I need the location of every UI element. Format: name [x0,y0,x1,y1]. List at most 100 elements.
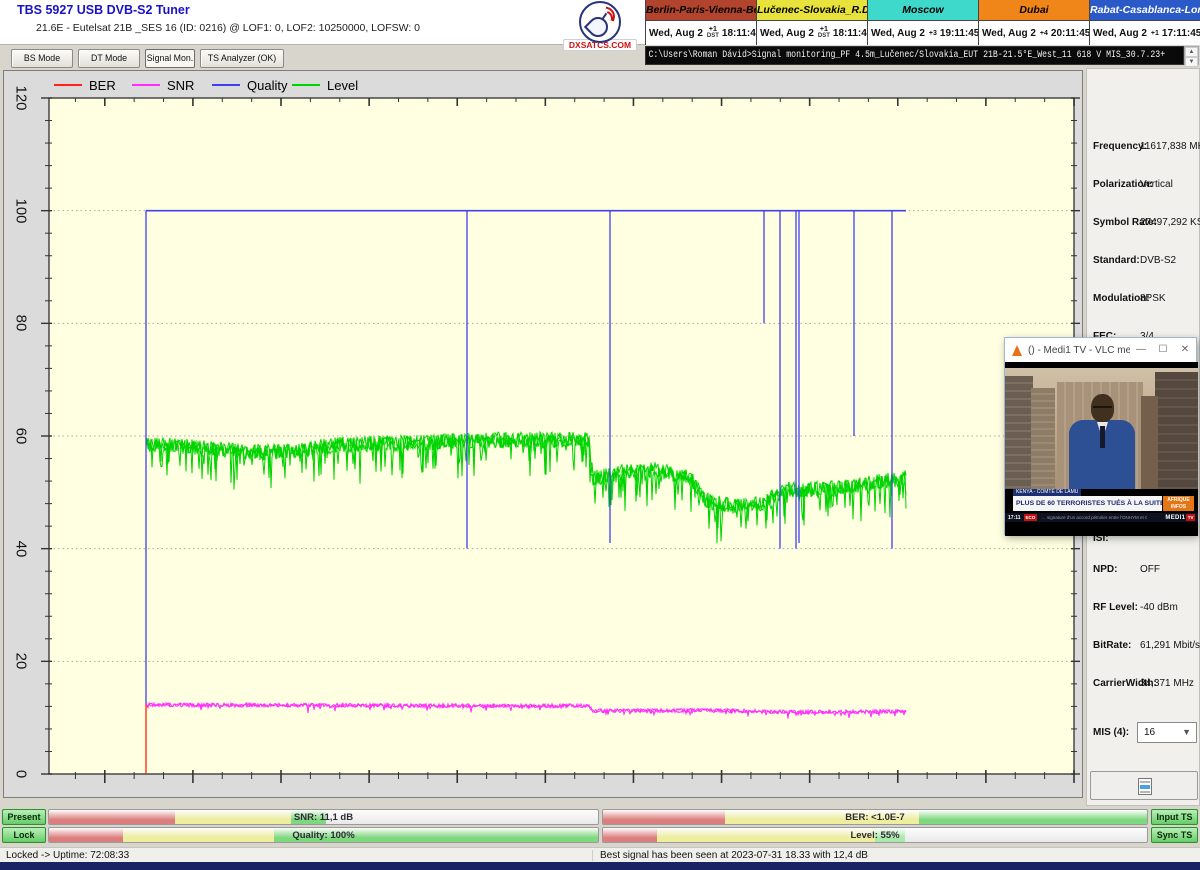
y-tick-label: 0 [13,770,30,778]
ticker-time: 17:11 [1008,515,1021,521]
clock-city-name: Moscow [868,0,978,21]
legend-swatch [212,84,240,86]
clock-utc-offset: +4 [1040,30,1048,37]
command-prompt[interactable]: C:\Users\Roman Dávid>Signal monitoring_P… [645,46,1184,65]
news-studio-scene [1005,368,1198,489]
present-button[interactable]: Present [2,809,46,825]
param-row-frequency: Frequency:11617,838 MHz [1087,141,1200,155]
chevron-down-icon: ▼ [1182,723,1191,742]
maximize-button[interactable]: ☐ [1152,338,1174,362]
vlc-afrique-infos-tag: AFRIQUEINFOS [1163,496,1194,511]
clock-time-row: Wed, Aug 2 +3 19:11:45 [868,21,978,45]
vlc-cone-icon [1012,345,1022,356]
snr-bar: SNR: 11,1 dB [48,809,599,825]
tab-dt-mode[interactable]: DT Mode [78,49,140,68]
clock-date: Wed, Aug 2 [982,28,1036,39]
legend-item-quality: Quality [212,77,287,93]
tab-signal-mon-[interactable]: Signal Mon. [145,49,195,68]
clock-time-row: Wed, Aug 2 +1DST 18:11:45 [646,21,756,45]
stream-list-button[interactable] [1090,771,1198,800]
best-signal-status: Best signal has been seen at 2023-07-31 … [600,849,868,862]
param-row-carrierwidth: CarrierWidth:34,371 MHz [1087,678,1200,692]
param-row-modulation: Modulation:8PSK [1087,293,1200,307]
clock-widget: Lučenec-Slovakia_R.Dávid Wed, Aug 2 +1DS… [756,0,867,45]
clock-city-name: Rabat-Casablanca-London [1090,0,1200,21]
ticker-text: … signature d'un accord pétrolier entre … [1041,515,1147,520]
header: TBS 5927 USB DVB-S2 Tuner 21.6E - Eutels… [0,0,648,45]
minimize-button[interactable]: — [1130,338,1152,362]
clock-widget: Moscow Wed, Aug 2 +3 19:11:45 [867,0,978,45]
stream-stack-icon [1138,778,1152,795]
app-title: TBS 5927 USB DVB-S2 Tuner [17,3,190,17]
console-scrollbar[interactable]: ▲ ▼ [1184,46,1199,65]
clock-date: Wed, Aug 2 [1093,28,1147,39]
dxsatcs-logo: DXSATCS.COM [563,1,637,57]
param-row-polarization: Polarization:Vertical [1087,179,1200,193]
clock-widget: Berlin-Paris-Vienna-Belgrade Wed, Aug 2 … [645,0,756,45]
clock-widget: Rabat-Casablanca-London Wed, Aug 2 +1 17… [1089,0,1200,45]
command-prompt-text: C:\Users\Roman Dávid>Signal monitoring_P… [646,47,1086,64]
vlc-window: () - Medi1 TV - VLC medi... — ☐ ✕ KENYA … [1004,337,1197,535]
medi1tv-logo: MEDI1TV [1165,514,1195,521]
clock-utc-offset: +1DST [818,26,830,40]
clock-time: 19:11:45 [940,28,979,39]
ticker-category-badge: ECO [1024,514,1038,521]
clock-date: Wed, Aug 2 [871,28,925,39]
mis-dropdown[interactable]: 16 ▼ [1137,722,1197,743]
mis-selected-value: 16 [1144,727,1155,738]
signal-monitor-chart: BERSNRQualityLevel 020406080100120 [3,70,1083,798]
clock-date: Wed, Aug 2 [760,28,814,39]
clock-date: Wed, Aug 2 [649,28,703,39]
clock-utc-offset: +1 [1151,30,1159,37]
world-clocks: Berlin-Paris-Vienna-Belgrade Wed, Aug 2 … [645,0,1200,45]
quality-bar: Quality: 100% [48,827,599,843]
sync-ts-button[interactable]: Sync TS [1151,827,1198,843]
legend-swatch [54,84,82,86]
clock-time-row: Wed, Aug 2 +4 20:11:45 [979,21,1089,45]
legend-swatch [292,84,320,86]
scroll-down-icon[interactable]: ▼ [1185,57,1198,67]
clock-city-name: Dubai [979,0,1089,21]
status-bar: Locked -> Uptime: 72:08:33 Best signal h… [0,847,1200,862]
legend-item-ber: BER [54,77,116,93]
clock-time-row: Wed, Aug 2 +1DST 18:11:45 [757,21,867,45]
param-row-symbolrate: Symbol Rate:27497,292 KS/s [1087,217,1200,231]
param-row-npd: NPD:OFF [1087,564,1200,578]
lock-uptime-status: Locked -> Uptime: 72:08:33 [6,849,129,862]
clock-city-name: Lučenec-Slovakia_R.Dávid [757,0,867,21]
vlc-news-ticker: 17:11 ECO … signature d'un accord pétrol… [1005,513,1198,522]
y-tick-label: 60 [13,428,30,445]
y-tick-label: 40 [13,540,30,557]
transponder-subtitle: 21.6E - Eutelsat 21B _SES 16 (ID: 0216) … [36,22,420,34]
legend-item-level: Level [292,77,358,93]
clock-time: 20:11:45 [1051,28,1090,39]
clock-utc-offset: +1DST [707,26,719,40]
clock-time-row: Wed, Aug 2 +1 17:11:45 [1090,21,1200,45]
scroll-up-icon[interactable]: ▲ [1185,47,1198,57]
lock-button[interactable]: Lock [2,827,46,843]
vlc-titlebar[interactable]: () - Medi1 TV - VLC medi... — ☐ ✕ [1005,338,1196,362]
legend-swatch [132,84,160,86]
tab-ts-analyzer-ok-[interactable]: TS Analyzer (OK) [200,49,284,68]
chart-canvas [4,71,1084,799]
clock-widget: Dubai Wed, Aug 2 +4 20:11:45 [978,0,1089,45]
mis-label: MIS (4): [1093,727,1129,738]
param-row-bitrate: BitRate:61,291 Mbit/s [1087,640,1200,654]
vlc-window-title: () - Medi1 TV - VLC medi... [1028,345,1130,356]
y-tick-label: 100 [13,198,30,223]
y-tick-label: 120 [13,85,30,110]
vlc-headline-banner: PLUS DE 60 TERRORISTES TUÉS À LA SUITE D… [1013,496,1162,511]
close-button[interactable]: ✕ [1174,338,1196,362]
tab-bs-mode[interactable]: BS Mode [11,49,73,68]
y-tick-label: 80 [13,315,30,332]
clock-time: 17:11:45 [1162,28,1200,39]
param-row-standard: Standard:DVB-S2 [1087,255,1200,269]
satellite-dish-icon [579,1,621,43]
taskbar-strip [0,862,1200,870]
clock-utc-offset: +3 [929,30,937,37]
legend-item-snr: SNR [132,77,194,93]
input-ts-button[interactable]: Input TS [1151,809,1198,825]
level-bar: Level: 55% [602,827,1148,843]
clock-city-name: Berlin-Paris-Vienna-Belgrade [646,0,756,21]
vlc-video-area[interactable]: KENYA - COMTÉ DE LAMU PLUS DE 60 TERRORI… [1005,362,1198,536]
